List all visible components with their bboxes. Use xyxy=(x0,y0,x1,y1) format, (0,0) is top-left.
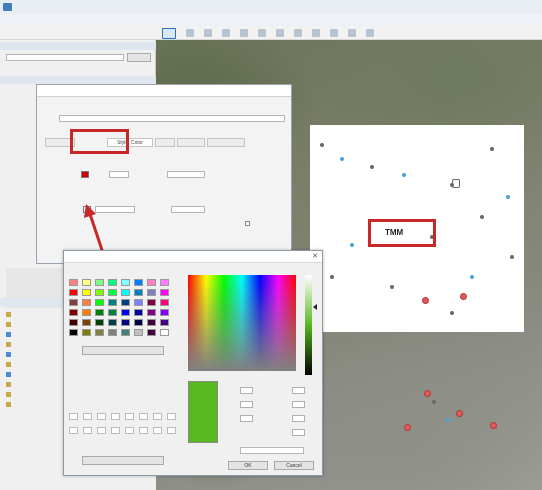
basic-color-swatch[interactable] xyxy=(95,309,104,316)
custom-color-swatch[interactable] xyxy=(139,413,148,420)
luminosity-slider[interactable] xyxy=(305,275,312,375)
basic-color-swatch[interactable] xyxy=(82,309,91,316)
basic-color-swatch[interactable] xyxy=(134,299,143,306)
basic-color-swatch[interactable] xyxy=(147,309,156,316)
basic-color-swatch[interactable] xyxy=(134,279,143,286)
basic-color-swatch[interactable] xyxy=(160,289,169,296)
custom-color-swatch[interactable] xyxy=(125,427,134,434)
basic-color-swatch[interactable] xyxy=(95,299,104,306)
define-custom-colors-button[interactable] xyxy=(82,346,164,355)
basic-color-swatch[interactable] xyxy=(82,299,91,306)
basic-color-swatch[interactable] xyxy=(82,279,91,286)
close-icon[interactable]: ✕ xyxy=(312,252,318,260)
blue-field[interactable] xyxy=(292,415,305,422)
basic-color-swatch[interactable] xyxy=(82,289,91,296)
luminance-field[interactable] xyxy=(240,415,253,422)
custom-color-swatch[interactable] xyxy=(167,427,176,434)
html-color-field[interactable] xyxy=(240,447,304,454)
basic-color-swatch[interactable] xyxy=(147,299,156,306)
basic-color-swatch[interactable] xyxy=(69,289,78,296)
red-field[interactable] xyxy=(292,387,305,394)
color-spectrum[interactable] xyxy=(188,275,296,371)
basic-color-swatch[interactable] xyxy=(108,299,117,306)
basic-color-swatch[interactable] xyxy=(147,289,156,296)
basic-color-swatch[interactable] xyxy=(121,279,130,286)
basic-color-swatch[interactable] xyxy=(134,319,143,326)
custom-color-swatch[interactable] xyxy=(69,413,78,420)
basic-color-swatch[interactable] xyxy=(134,329,143,336)
custom-color-swatch[interactable] xyxy=(97,413,106,420)
basic-color-swatch[interactable] xyxy=(147,329,156,336)
custom-color-swatch[interactable] xyxy=(167,413,176,420)
basic-color-swatch[interactable] xyxy=(108,289,117,296)
basic-color-swatch[interactable] xyxy=(121,289,130,296)
basic-color-swatch[interactable] xyxy=(147,319,156,326)
custom-color-swatch[interactable] xyxy=(83,413,92,420)
basic-color-swatch[interactable] xyxy=(95,279,104,286)
basic-color-swatch[interactable] xyxy=(147,279,156,286)
basic-color-swatch[interactable] xyxy=(160,279,169,286)
basic-color-swatch[interactable] xyxy=(95,289,104,296)
custom-color-swatch[interactable] xyxy=(69,427,78,434)
basic-color-swatch[interactable] xyxy=(69,279,78,286)
basic-color-swatch[interactable] xyxy=(121,319,130,326)
basic-color-swatch[interactable] xyxy=(121,299,130,306)
custom-color-swatch[interactable] xyxy=(125,413,134,420)
cancel-button[interactable]: Cancel xyxy=(274,461,314,470)
custom-color-swatch[interactable] xyxy=(153,427,162,434)
basic-color-swatch[interactable] xyxy=(108,329,117,336)
basic-color-swatch[interactable] xyxy=(82,329,91,336)
basic-color-swatch[interactable] xyxy=(121,309,130,316)
color-solid-preview xyxy=(188,381,218,443)
basic-color-swatch[interactable] xyxy=(108,319,117,326)
add-to-custom-colors-button[interactable] xyxy=(82,456,164,465)
custom-color-swatch[interactable] xyxy=(97,427,106,434)
basic-color-swatch[interactable] xyxy=(69,329,78,336)
basic-color-swatch[interactable] xyxy=(82,319,91,326)
custom-color-swatch[interactable] xyxy=(111,413,120,420)
custom-color-swatch[interactable] xyxy=(83,427,92,434)
custom-color-swatch[interactable] xyxy=(139,427,148,434)
custom-color-swatch[interactable] xyxy=(111,427,120,434)
basic-color-swatch[interactable] xyxy=(121,329,130,336)
basic-color-swatch[interactable] xyxy=(134,289,143,296)
basic-color-swatch[interactable] xyxy=(69,319,78,326)
basic-color-swatch[interactable] xyxy=(134,309,143,316)
custom-colors-grid xyxy=(69,413,179,449)
basic-color-swatch[interactable] xyxy=(160,299,169,306)
basic-color-swatch[interactable] xyxy=(160,309,169,316)
basic-color-swatch[interactable] xyxy=(95,329,104,336)
color-dialog-titlebar: ✕ xyxy=(64,251,322,263)
hue-field[interactable] xyxy=(240,387,253,394)
custom-color-swatch[interactable] xyxy=(153,413,162,420)
basic-color-swatch[interactable] xyxy=(160,329,169,336)
saturation-field[interactable] xyxy=(240,401,253,408)
color-picker-dialog: ✕ OK Cancel xyxy=(63,250,323,476)
basic-color-swatch[interactable] xyxy=(108,309,117,316)
alpha-field[interactable] xyxy=(292,429,305,436)
luminosity-pointer-icon[interactable] xyxy=(313,304,317,310)
basic-color-swatch[interactable] xyxy=(69,299,78,306)
green-field[interactable] xyxy=(292,401,305,408)
basic-colors-grid xyxy=(69,279,179,341)
basic-color-swatch[interactable] xyxy=(95,319,104,326)
ok-button[interactable]: OK xyxy=(228,461,268,470)
basic-color-swatch[interactable] xyxy=(69,309,78,316)
basic-color-swatch[interactable] xyxy=(108,279,117,286)
basic-color-swatch[interactable] xyxy=(160,319,169,326)
